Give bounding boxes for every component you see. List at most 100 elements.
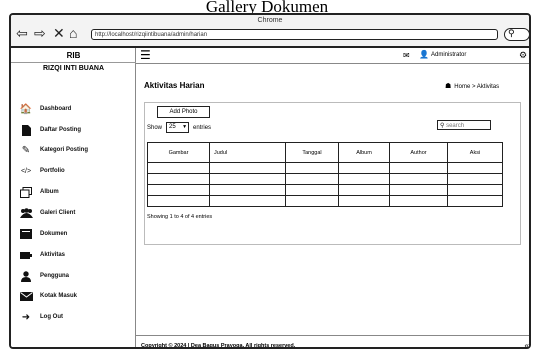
browser-search-button[interactable]: ⚲ (504, 28, 529, 41)
table-cell (389, 184, 448, 196)
sidebar-item-label: Kategori Posting (40, 147, 89, 153)
chevron-down-icon: ▼ (182, 124, 188, 130)
column-header-tanggal[interactable]: Tanggal (285, 142, 339, 163)
sidebar-item-dashboard[interactable]: 🏠 Dashboard (19, 102, 131, 116)
table-info: Showing 1 to 4 of 4 entries (147, 214, 213, 220)
chevron-left-icon[interactable]: « (525, 341, 529, 347)
table-cell (209, 162, 286, 174)
table-cell (147, 195, 210, 207)
table-cell (389, 173, 448, 185)
close-icon[interactable]: ✕ (53, 26, 65, 40)
organization-name: RIZQI INTI BUANA (42, 65, 105, 72)
url-bar[interactable]: http://localhost/rizqiintibuana/admin/ha… (91, 29, 498, 40)
home-icon[interactable]: ⌂ (69, 26, 77, 40)
sidebar-item-label: Dokumen (40, 231, 68, 237)
table-cell (209, 195, 286, 207)
table-cell (285, 195, 339, 207)
main-content: Aktivitas Harian ☗ Home > Aktivitas Add P… (136, 64, 529, 335)
sidebar-item-pengguna[interactable]: Pengguna (19, 269, 131, 283)
table-cell (447, 173, 503, 185)
table-cell (447, 184, 503, 196)
back-arrow-icon[interactable]: ⇦ (16, 26, 28, 40)
search-input[interactable]: ⚲ search (437, 120, 491, 130)
table-cell (209, 184, 286, 196)
footer: Copyright © 2024 | Dea Bagus Prayoga. Al… (136, 335, 529, 349)
user-name[interactable]: Administrator (431, 52, 466, 58)
sidebar-item-kotak-masuk[interactable]: Kotak Masuk (19, 289, 131, 303)
table-cell (285, 173, 339, 185)
table-cell (147, 173, 210, 185)
entries-value: 25 (169, 124, 176, 130)
column-header-album[interactable]: Album (338, 142, 390, 163)
sidebar-item-label: Album (40, 189, 59, 195)
sidebar-item-label: Kotak Masuk (40, 293, 78, 299)
entries-select[interactable]: 25 ▼ (166, 122, 190, 133)
entries-control: Show 25 ▼ entries (147, 122, 211, 133)
table-row (147, 173, 503, 185)
table-cell (389, 195, 448, 207)
copyright-text: Copyright © 2024 | Dea Bagus Prayoga. Al… (141, 343, 296, 349)
sidebar-item-galeri-client[interactable]: Galeri Client (19, 206, 131, 220)
table-row (147, 162, 503, 174)
sidebar-item-dokumen[interactable]: Dokumen (19, 227, 131, 241)
code-icon: </> (20, 167, 32, 175)
sidebar-item-album[interactable]: Album (19, 185, 131, 199)
dashboard-icon: 🏠 (19, 103, 33, 115)
table-cell (209, 173, 286, 185)
sidebar-item-aktivitas[interactable]: Aktivitas (19, 248, 131, 262)
entries-label: entries (193, 124, 212, 131)
column-header-aksi[interactable]: Aksi (447, 142, 503, 163)
add-photo-button[interactable]: Add Photo (157, 106, 210, 118)
sidebar-item-label: Log Out (40, 314, 63, 320)
table-row (147, 195, 503, 207)
table-cell (147, 162, 210, 174)
table-cell (338, 184, 390, 196)
sidebar-item-label: Aktivitas (40, 252, 66, 258)
activity-icon (19, 249, 33, 261)
data-table: Gambar Judul Tanggal Album Author Aksi (147, 142, 503, 207)
browser-title: Chrome (257, 17, 283, 24)
brand-logo[interactable]: RIB (11, 51, 136, 60)
show-label: Show (147, 124, 163, 131)
column-header-judul[interactable]: Judul (209, 142, 286, 163)
top-navbar: ☰ ✉ 👤 Administrator ⚙ (136, 48, 529, 64)
hamburger-menu-icon[interactable]: ☰ (140, 49, 151, 61)
sidebar-item-kategori-posting[interactable]: ✎ Kategori Posting (19, 143, 131, 157)
album-icon (19, 186, 33, 198)
sidebar-item-portfolio[interactable]: </> Portfolio (19, 164, 131, 178)
users-icon (19, 207, 33, 219)
page-title: Aktivitas Harian (144, 81, 205, 90)
user-icon (19, 270, 33, 282)
search-icon: ⚲ (508, 28, 515, 38)
forward-arrow-icon[interactable]: ⇨ (34, 26, 46, 40)
browser-toolbar: Chrome ⇦ ⇨ ✕ ⌂ http://localhost/rizqiint… (11, 15, 529, 48)
sidebar-item-label: Dashboard (40, 106, 72, 112)
column-header-gambar[interactable]: Gambar (147, 142, 210, 163)
logout-icon: ➜ (21, 311, 31, 323)
table-row (147, 184, 503, 196)
pencil-icon: ✎ (21, 144, 31, 156)
table-cell (285, 184, 339, 196)
table-cell (338, 162, 390, 174)
table-header-row: Gambar Judul Tanggal Album Author Aksi (147, 142, 503, 163)
mail-icon[interactable]: ✉ (403, 51, 410, 60)
sidebar-item-label: Pengguna (40, 273, 70, 279)
sidebar-item-daftar-posting[interactable]: Daftar Posting (19, 123, 131, 137)
sidebar-item-label: Portfolio (40, 168, 65, 174)
table-cell (447, 195, 503, 207)
breadcrumb-text[interactable]: Home > Aktivitas (454, 84, 499, 90)
table-cell (147, 184, 210, 196)
column-header-author[interactable]: Author (389, 142, 448, 163)
sidebar-item-label: Daftar Posting (40, 127, 82, 133)
table-cell (389, 162, 448, 174)
search-placeholder: search (446, 123, 465, 129)
user-icon[interactable]: 👤 (419, 50, 429, 59)
table-cell (338, 195, 390, 207)
sidebar: RIB RIZQI INTI BUANA 🏠 Dashboard Daftar … (11, 48, 136, 347)
gear-icon[interactable]: ⚙ (519, 50, 527, 61)
table-cell (285, 162, 339, 174)
sidebar-item-log-out[interactable]: ➜ Log Out (19, 310, 131, 324)
search-icon: ⚲ (440, 123, 445, 129)
document-icon (19, 124, 33, 136)
dashboard-icon: ☗ (445, 83, 452, 90)
